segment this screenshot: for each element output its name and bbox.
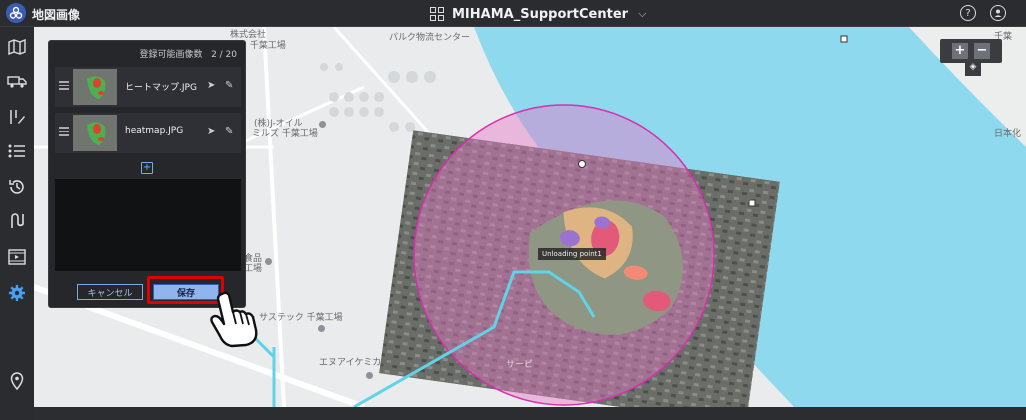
side-nav	[0, 27, 34, 420]
map-label: 工場	[244, 264, 263, 274]
map-label: サステック 千葉工場	[259, 313, 343, 323]
image-name: heatmap.JPG	[125, 126, 184, 136]
drag-handle-icon[interactable]	[59, 81, 69, 91]
image-count-value: 2 / 20	[211, 50, 237, 60]
image-list-item[interactable]: heatmap.JPG ➤ ✎	[55, 113, 241, 153]
app-title: 地図画像	[32, 8, 81, 22]
chevron-down-icon: ⌵	[638, 7, 647, 20]
poi-marker-icon[interactable]	[263, 256, 274, 267]
hand-pointer-icon	[210, 291, 258, 348]
bottom-bar	[34, 407, 1026, 420]
map-label: 日本化	[994, 129, 1022, 139]
zoom-in-button[interactable]: +	[952, 43, 968, 59]
nav-edit-route-icon[interactable]	[0, 103, 34, 131]
map-image-panel: 登録可能画像数 2 / 20 ヒートマップ.JPG ➤ ✎ heatmap.JP…	[48, 40, 246, 308]
map-label: エヌアイケミカル	[319, 358, 391, 368]
image-count: 登録可能画像数 2 / 20	[139, 47, 237, 60]
edit-pencil-icon[interactable]: ✎	[225, 126, 233, 137]
unloading-point-tooltip: Unloading point1	[538, 248, 606, 260]
nav-truck-icon[interactable]	[0, 67, 34, 95]
layers-icon[interactable]: ◈	[965, 60, 981, 76]
locate-icon[interactable]: ➤	[207, 80, 215, 91]
nav-video-icon[interactable]	[0, 243, 34, 271]
site-selector[interactable]: MIHAMA_SupportCenter ⌵	[430, 4, 646, 24]
add-image-button[interactable]: +	[141, 162, 153, 174]
nav-history-icon[interactable]	[0, 173, 34, 201]
image-thumbnail	[73, 115, 117, 151]
locate-icon[interactable]: ➤	[207, 126, 215, 137]
cancel-button[interactable]: キャンセル	[77, 284, 143, 300]
poi-marker-icon[interactable]	[364, 370, 375, 381]
image-list-item[interactable]: ヒートマップ.JPG ➤ ✎	[55, 67, 241, 107]
image-count-label: 登録可能画像数	[139, 50, 203, 60]
qr-code-icon	[430, 7, 444, 21]
app-logo-icon	[6, 3, 26, 23]
zoom-out-button[interactable]: −	[974, 43, 990, 59]
drag-handle-icon[interactable]	[59, 127, 69, 137]
top-bar: 地図画像 MIHAMA_SupportCenter ⌵ ?	[0, 0, 1026, 27]
map-label: パルク物流センター	[389, 33, 471, 43]
nav-route-icon[interactable]	[0, 207, 34, 235]
image-drop-area[interactable]	[55, 179, 241, 271]
nav-settings-icon[interactable]	[0, 279, 34, 307]
nav-location-pin-icon[interactable]	[0, 367, 34, 395]
poi-marker-icon[interactable]	[316, 323, 327, 334]
map-label: サービ	[506, 360, 534, 370]
account-icon[interactable]	[990, 5, 1006, 21]
image-thumbnail	[73, 69, 117, 105]
site-name: MIHAMA_SupportCenter	[452, 6, 629, 22]
map-label: ミルズ 千葉工場	[252, 129, 318, 139]
help-icon[interactable]: ?	[960, 5, 976, 21]
image-name: ヒートマップ.JPG	[125, 83, 197, 93]
edit-pencil-icon[interactable]: ✎	[225, 80, 233, 91]
nav-list-icon[interactable]	[0, 137, 34, 165]
poi-marker-icon[interactable]	[317, 119, 328, 130]
nav-map-icon[interactable]	[0, 33, 34, 61]
